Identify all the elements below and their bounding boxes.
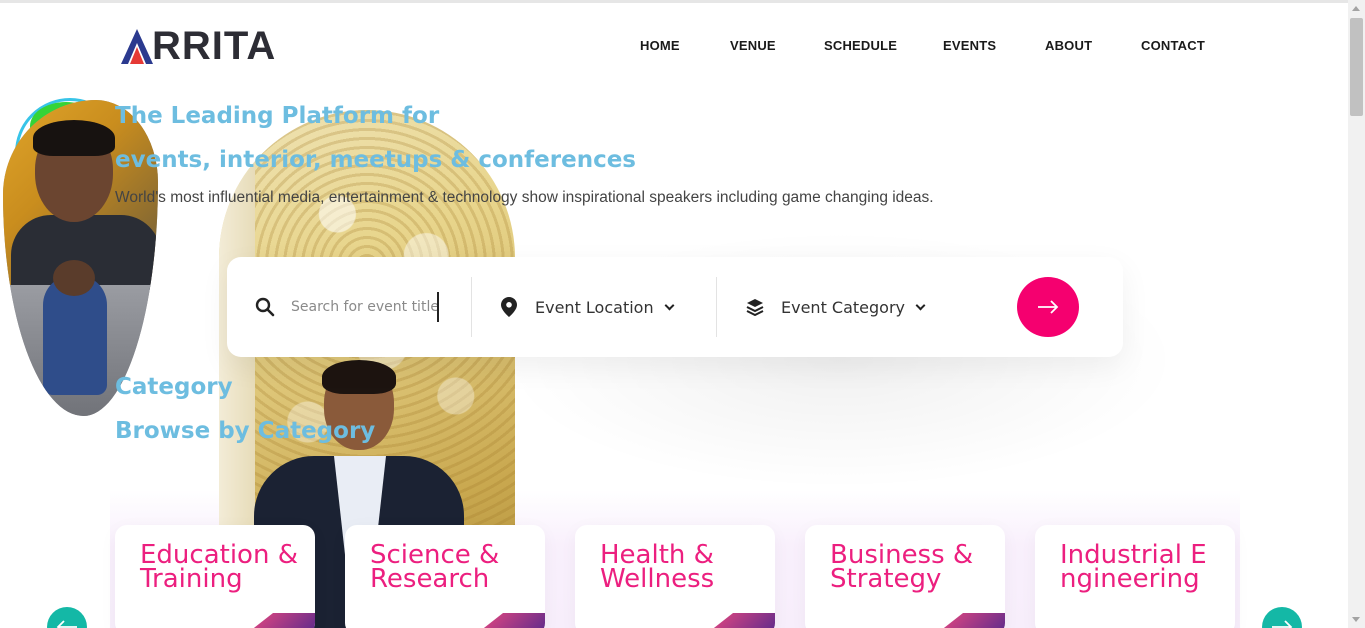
text-cursor — [437, 292, 439, 322]
logo[interactable]: RRITA — [120, 26, 276, 66]
nav-contact[interactable]: CONTACT — [1141, 38, 1205, 53]
scrollbar-thumb[interactable] — [1350, 18, 1363, 116]
category-card-health[interactable]: Health & Wellness — [575, 525, 775, 628]
event-category-label: Event Category — [781, 297, 906, 317]
logo-a-icon — [121, 29, 153, 64]
logo-mark — [120, 27, 154, 65]
carousel-prev-button[interactable] — [47, 607, 87, 628]
category-card-science[interactable]: Science & Research — [345, 525, 545, 628]
category-card-education[interactable]: Education & Training — [115, 525, 315, 628]
hero-title-line2: events, interior, meetups & conferences — [115, 147, 636, 173]
divider — [716, 277, 717, 337]
layers-icon — [745, 297, 765, 317]
category-card-image — [705, 613, 775, 628]
chevron-down-icon — [915, 300, 926, 310]
search-input[interactable] — [291, 299, 441, 315]
map-pin-icon — [499, 297, 519, 317]
event-category-dropdown[interactable]: Event Category — [745, 257, 926, 357]
carousel-next-button[interactable] — [1262, 607, 1302, 628]
nav-events[interactable]: EVENTS — [943, 38, 996, 53]
hero-subtitle: World's most influential media, entertai… — [115, 189, 934, 206]
search-field — [255, 257, 441, 357]
nav-schedule[interactable]: SCHEDULE — [824, 38, 897, 53]
divider — [471, 277, 472, 337]
category-card-business[interactable]: Business & Strategy — [805, 525, 1005, 628]
category-card-title: Industrial Engineering — [1060, 540, 1207, 594]
category-card-industrial[interactable]: Industrial Engineering — [1035, 525, 1235, 628]
hero-title: The Leading Platform for events, interio… — [115, 94, 636, 182]
category-section-label: Category — [115, 374, 233, 400]
category-card-title: Business & Strategy — [830, 540, 974, 594]
arrow-left-icon — [56, 620, 77, 628]
category-card-title: Health & Wellness — [600, 540, 715, 594]
page-scrollbar[interactable] — [1348, 0, 1365, 628]
scroll-up-arrow-icon[interactable] — [1352, 6, 1360, 11]
search-icon — [255, 297, 275, 317]
event-location-label: Event Location — [535, 297, 654, 317]
search-submit-button[interactable] — [1017, 277, 1079, 337]
category-card-image — [935, 613, 1005, 628]
category-card-title: Science & Research — [370, 540, 500, 594]
nav-venue[interactable]: VENUE — [730, 38, 776, 53]
category-section-title: Browse by Category — [115, 418, 376, 444]
category-card-image — [245, 613, 315, 628]
arrow-right-icon — [1038, 300, 1059, 314]
chevron-down-icon — [664, 300, 675, 310]
nav-about[interactable]: ABOUT — [1045, 38, 1092, 53]
event-location-dropdown[interactable]: Event Location — [499, 257, 675, 357]
page-top-border — [0, 0, 1365, 3]
category-card-image — [475, 613, 545, 628]
arrow-right-icon — [1272, 620, 1293, 628]
logo-text: RRITA — [152, 24, 277, 68]
event-search-bar: Event Location Event Category — [227, 257, 1123, 357]
category-card-title: Education & Training — [140, 540, 298, 594]
nav-home[interactable]: HOME — [640, 38, 680, 53]
scroll-down-arrow-icon[interactable] — [1352, 617, 1360, 622]
hero-title-line1: The Leading Platform for — [115, 103, 440, 129]
